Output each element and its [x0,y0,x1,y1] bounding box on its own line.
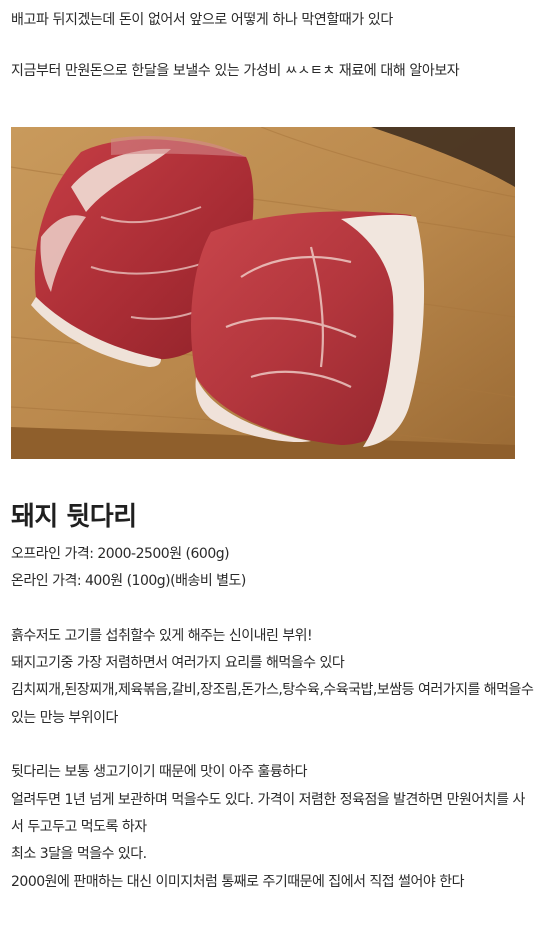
pork-hind-leg-photo [11,127,515,459]
intro-text: 배고파 뒤지겠는데 돈이 없어서 앞으로 어떻게 하나 막연할때가 있다 지금부… [11,8,536,84]
article-title: 돼지 뒷다리 [11,502,137,532]
offline-price: 오프라인 가격: 2000-2500원 (600g) [11,546,230,562]
para2-line-1: 뒷다리는 보통 생고기이기 때문에 맛이 아주 훌륭하다 [11,764,308,781]
para1-line-2: 돼지고기중 가장 저렴하면서 여러가지 요리를 해먹을수 있다 [11,655,345,672]
online-price: 온라인 가격: 400원 (100g)(배송비 별도) [11,573,246,590]
article-body: 오프라인 가격: 2000-2500원 (600g) 온라인 가격: 400원 … [11,541,536,896]
intro-line-2: 지금부터 만원돈으로 한달을 보낼수 있는 가성비 ㅆㅅㅌㅊ 재료에 대해 알아… [11,63,460,79]
para2-line-4: 2000원에 판매하는 대신 이미지처럼 통째로 주기때문에 집에서 직접 썰어… [11,873,464,890]
para2-line-2: 얼려두면 1년 넘게 보관하며 먹을수도 있다. 가격이 저렴한 정육점을 발견… [11,791,525,835]
para2-line-3: 최소 3달을 먹을수 있다. [11,846,147,863]
para1-line-1: 흙수저도 고기를 섭취할수 있게 해주는 신이내린 부위! [11,627,313,644]
intro-line-1: 배고파 뒤지겠는데 돈이 없어서 앞으로 어떻게 하나 막연할때가 있다 [11,12,393,28]
para1-line-3: 김치찌개,된장찌개,제육볶음,갈비,장조림,돈가스,탕수육,수육국밥,보쌈등 여… [11,682,534,726]
